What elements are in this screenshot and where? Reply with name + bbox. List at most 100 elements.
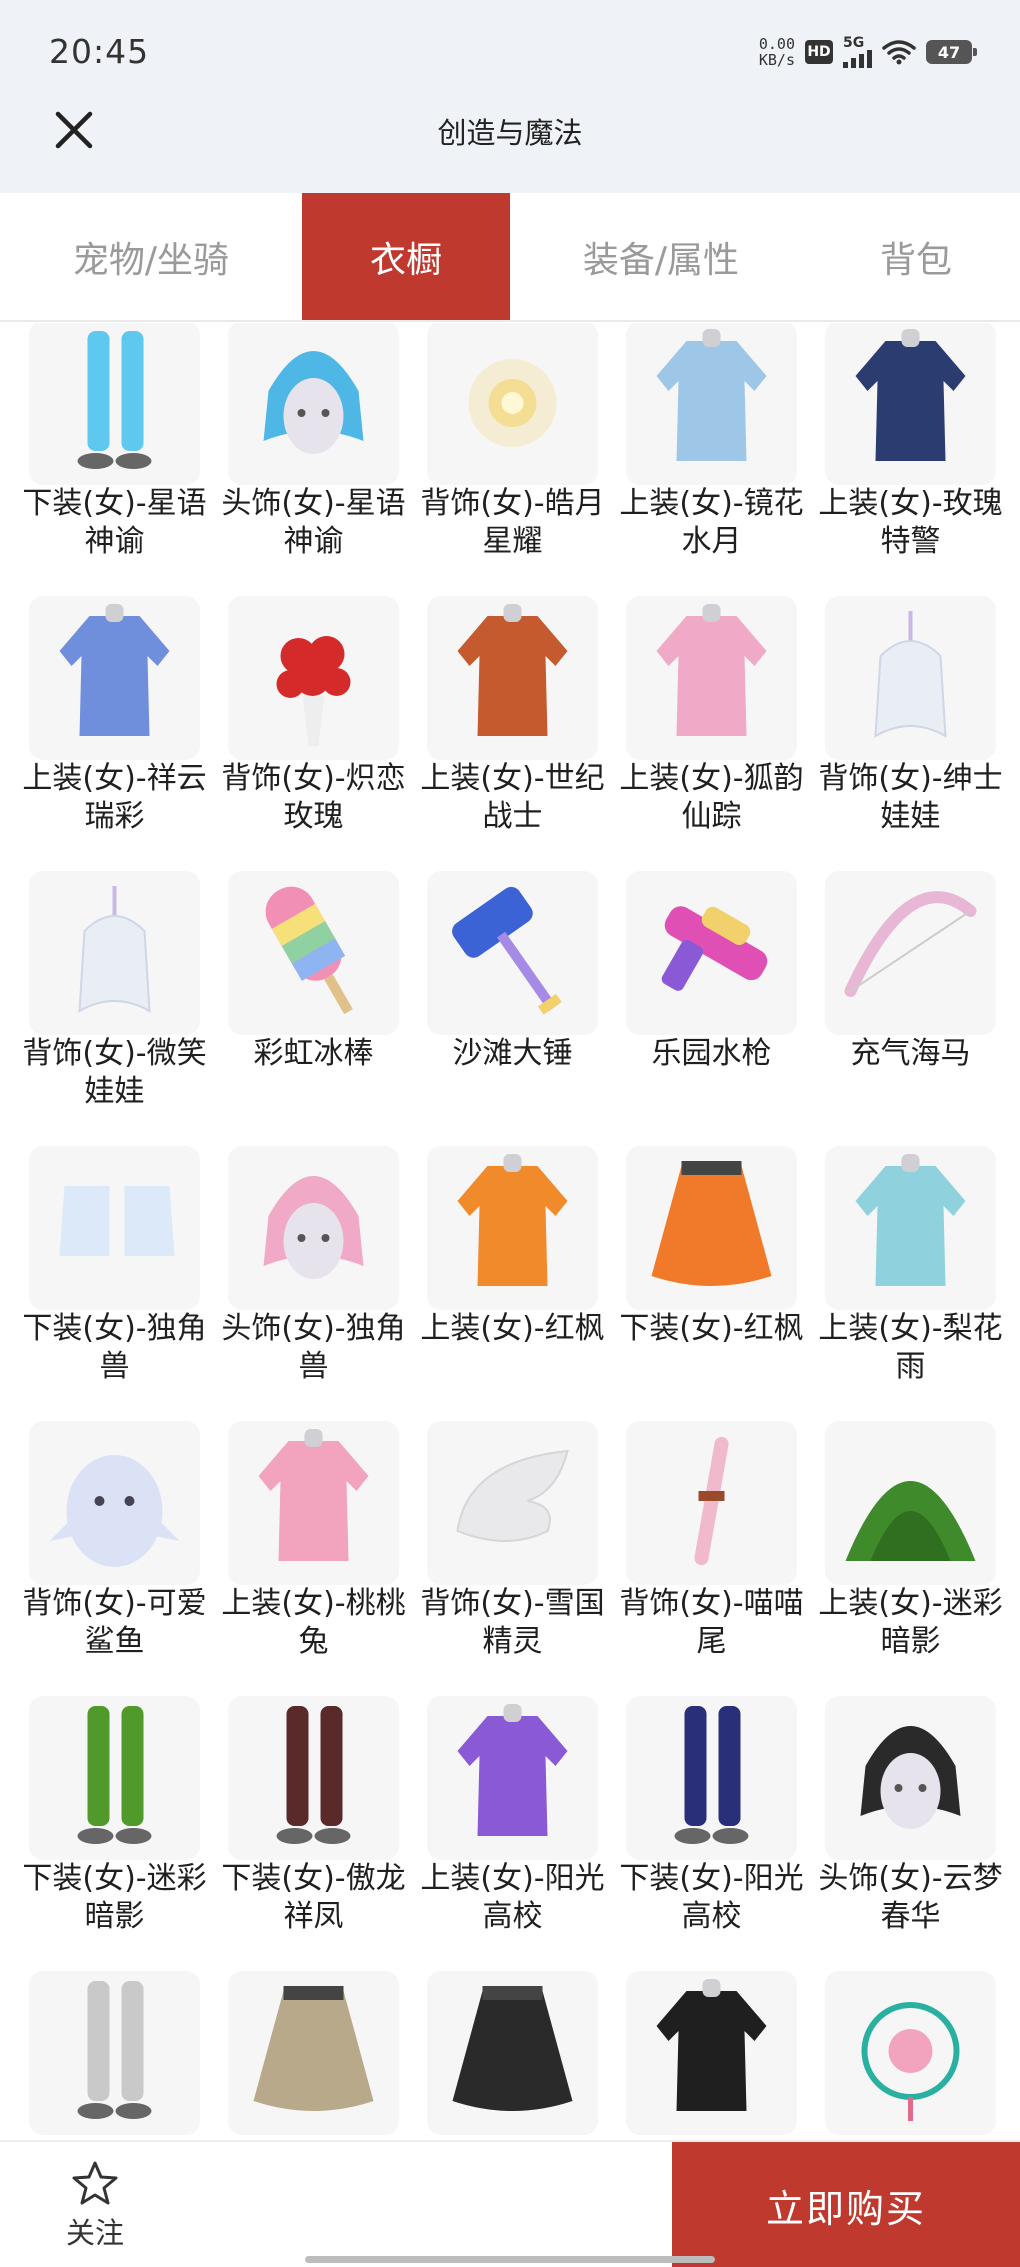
top-icon bbox=[258, 1429, 369, 1561]
item-name: 头饰(女)-独角兽 bbox=[221, 1311, 406, 1384]
wardrobe-item[interactable] bbox=[425, 1971, 600, 2140]
hammer-icon bbox=[452, 886, 562, 1015]
lantern-icon bbox=[861, 2002, 960, 2121]
skirt-icon bbox=[651, 1161, 772, 1286]
wardrobe-item[interactable]: 上装(女)-镜花水月 bbox=[619, 323, 804, 581]
glow-icon bbox=[468, 359, 557, 447]
item-name: 背饰(女)-皓月星耀 bbox=[420, 486, 605, 559]
signal-icon: 5G bbox=[843, 36, 872, 68]
top-icon bbox=[855, 1154, 966, 1286]
bow-icon bbox=[844, 891, 977, 997]
top-icon bbox=[457, 1154, 568, 1286]
wardrobe-item[interactable]: 上装(女)-梨花雨 bbox=[818, 1146, 1003, 1406]
net-speed: 0.00 KB/s bbox=[759, 36, 795, 68]
item-name: 头饰(女)-星语神谕 bbox=[221, 486, 406, 559]
item-name: 下装(女)-红枫 bbox=[619, 1311, 804, 1346]
wardrobe-item[interactable]: 上装(女)-世纪战士 bbox=[420, 596, 605, 856]
legs-icon bbox=[77, 331, 152, 469]
wardrobe-item[interactable] bbox=[823, 1971, 998, 2140]
top-icon bbox=[855, 329, 966, 461]
wardrobe-item[interactable] bbox=[27, 1971, 202, 2140]
item-thumbnail bbox=[29, 1696, 200, 1860]
wardrobe-item[interactable]: 彩虹冰棒 bbox=[226, 871, 401, 1131]
wardrobe-item[interactable]: 沙滩大锤 bbox=[425, 871, 600, 1131]
item-name: 头饰(女)-云梦春华 bbox=[818, 1861, 1003, 1934]
wardrobe-item[interactable]: 下装(女)-独角兽 bbox=[22, 1146, 207, 1406]
wardrobe-item[interactable]: 头饰(女)-星语神谕 bbox=[221, 323, 406, 581]
item-thumbnail bbox=[29, 1971, 200, 2135]
tail-icon bbox=[694, 1436, 729, 1566]
legs-icon bbox=[276, 1706, 351, 1844]
tab-pets-mounts[interactable]: 宠物/坐骑 bbox=[0, 193, 302, 320]
item-name: 背饰(女)-喵喵尾 bbox=[619, 1586, 804, 1659]
wardrobe-item[interactable]: 上装(女)-玫瑰特警 bbox=[818, 323, 1003, 581]
item-name: 上装(女)-镜花水月 bbox=[619, 486, 804, 559]
wardrobe-item[interactable]: 下装(女)-阳光高校 bbox=[619, 1696, 804, 1956]
wardrobe-item[interactable]: 上装(女)-狐韵仙踪 bbox=[619, 596, 804, 856]
item-name: 上装(女)-祥云瑞彩 bbox=[22, 761, 207, 834]
wardrobe-item[interactable]: 乐园水枪 bbox=[624, 871, 799, 1131]
item-name: 背饰(女)-炽恋玫瑰 bbox=[221, 761, 406, 834]
wardrobe-item[interactable]: 上装(女)-桃桃兔 bbox=[221, 1421, 406, 1681]
item-thumbnail bbox=[228, 1971, 399, 2135]
home-indicator bbox=[305, 2256, 715, 2263]
tab-equipment[interactable]: 装备/属性 bbox=[510, 193, 812, 320]
item-name: 上装(女)-迷彩暗影 bbox=[818, 1586, 1003, 1659]
item-thumbnail bbox=[626, 871, 797, 1035]
item-name: 上装(女)-狐韵仙踪 bbox=[619, 761, 804, 834]
wardrobe-item[interactable]: 背饰(女)-炽恋玫瑰 bbox=[221, 596, 406, 856]
item-name: 乐园水枪 bbox=[651, 1036, 772, 1071]
item-name: 彩虹冰棒 bbox=[253, 1036, 374, 1071]
popsicle-icon bbox=[265, 886, 353, 1015]
net-speed-value: 0.00 bbox=[758, 35, 795, 53]
battery-icon: 47 bbox=[926, 40, 977, 64]
legs-icon bbox=[77, 1706, 152, 1844]
item-thumbnail bbox=[626, 1696, 797, 1860]
item-name: 下装(女)-星语神谕 bbox=[22, 486, 207, 559]
wardrobe-item[interactable]: 头饰(女)-云梦春华 bbox=[818, 1696, 1003, 1956]
signal-label: 5G bbox=[843, 35, 865, 51]
tab-backpack[interactable]: 背包 bbox=[812, 193, 1020, 320]
wardrobe-item[interactable] bbox=[624, 1971, 799, 2140]
item-thumbnail bbox=[825, 1146, 996, 1310]
wardrobe-item[interactable]: 下装(女)-红枫 bbox=[619, 1146, 804, 1406]
item-name: 上装(女)-玫瑰特警 bbox=[818, 486, 1003, 559]
follow-button[interactable]: 关注 bbox=[50, 2160, 140, 2252]
item-thumbnail bbox=[228, 1696, 399, 1860]
item-thumbnail bbox=[228, 871, 399, 1035]
wardrobe-item[interactable]: 上装(女)-迷彩暗影 bbox=[818, 1421, 1003, 1681]
wardrobe-item[interactable]: 背饰(女)-可爱鲨鱼 bbox=[22, 1421, 207, 1681]
wardrobe-item[interactable]: 下装(女)-迷彩暗影 bbox=[22, 1696, 207, 1956]
head-icon bbox=[263, 1176, 364, 1279]
wardrobe-item[interactable]: 背饰(女)-喵喵尾 bbox=[619, 1421, 804, 1681]
hd-icon: HD bbox=[805, 40, 833, 64]
item-thumbnail bbox=[825, 596, 996, 760]
wardrobe-item[interactable]: 充气海马 bbox=[823, 871, 998, 1131]
bush-icon bbox=[845, 1481, 976, 1561]
wardrobe-item[interactable]: 背饰(女)-绅士娃娃 bbox=[818, 596, 1003, 856]
wardrobe-item[interactable]: 背饰(女)-雪国精灵 bbox=[420, 1421, 605, 1681]
wardrobe-item[interactable]: 上装(女)-红枫 bbox=[420, 1146, 605, 1406]
wifi-icon bbox=[882, 40, 916, 65]
top-icon bbox=[656, 604, 767, 736]
wardrobe-item[interactable]: 下装(女)-星语神谕 bbox=[22, 323, 207, 581]
wardrobe-item[interactable]: 背饰(女)-微笑娃娃 bbox=[22, 871, 207, 1131]
legs-icon bbox=[77, 1981, 152, 2119]
net-speed-unit: KB/s bbox=[758, 51, 795, 69]
item-name: 下装(女)-迷彩暗影 bbox=[22, 1861, 207, 1934]
item-thumbnail bbox=[228, 1146, 399, 1310]
wardrobe-item[interactable] bbox=[226, 1971, 401, 2140]
item-name: 背饰(女)-微笑娃娃 bbox=[22, 1036, 207, 1109]
wardrobe-item[interactable]: 头饰(女)-独角兽 bbox=[221, 1146, 406, 1406]
item-thumbnail bbox=[228, 1421, 399, 1585]
wardrobe-item[interactable]: 上装(女)-祥云瑞彩 bbox=[22, 596, 207, 856]
status-icons: 0.00 KB/s HD 5G 47 bbox=[759, 30, 977, 74]
wardrobe-item[interactable]: 背饰(女)-皓月星耀 bbox=[420, 323, 605, 581]
item-thumbnail bbox=[427, 1696, 598, 1860]
shark-icon bbox=[49, 1455, 180, 1567]
head-icon bbox=[860, 1726, 961, 1829]
wardrobe-item[interactable]: 上装(女)-阳光高校 bbox=[420, 1696, 605, 1956]
tab-wardrobe[interactable]: 衣橱 bbox=[302, 193, 510, 320]
buy-now-button[interactable]: 立即购买 bbox=[672, 2142, 1020, 2267]
wardrobe-item[interactable]: 下装(女)-傲龙祥凤 bbox=[221, 1696, 406, 1956]
